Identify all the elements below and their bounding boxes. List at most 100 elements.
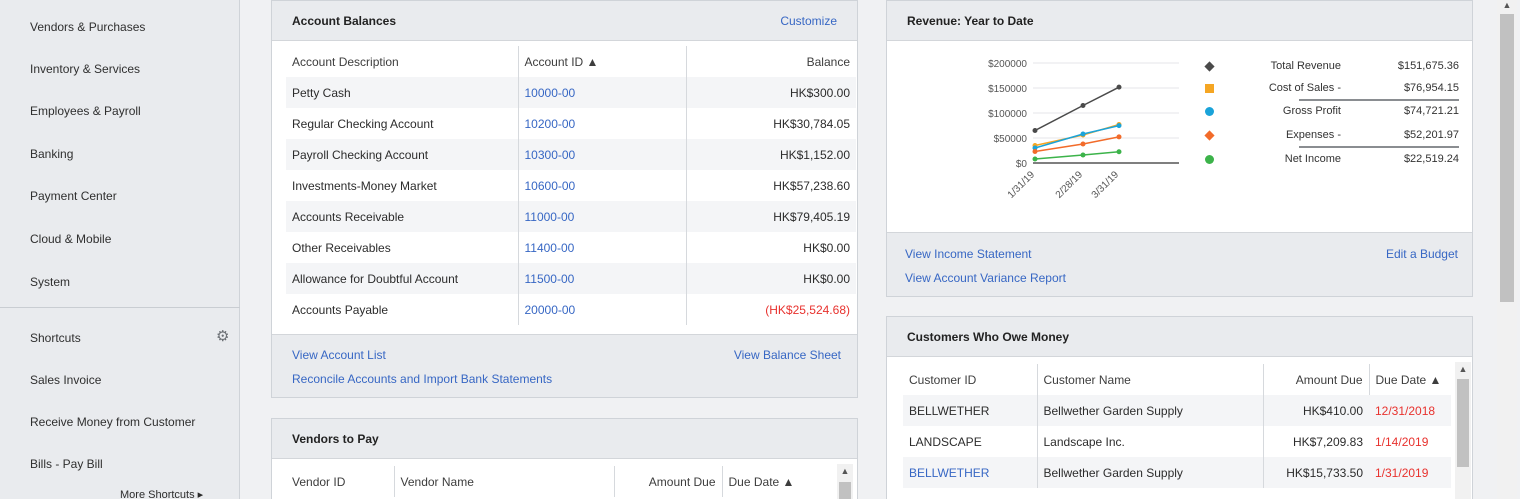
legend-subtotal-rule xyxy=(1299,99,1459,101)
y-tick-label: $0 xyxy=(1016,159,1028,170)
col-account-id[interactable]: Account ID ▲ xyxy=(517,46,686,77)
table-row[interactable]: Regular Checking Account 10200-00 HK$30,… xyxy=(286,108,856,139)
nav-banking[interactable]: Banking xyxy=(30,147,73,161)
account-id-link[interactable]: 11000-00 xyxy=(517,201,686,232)
view-income-statement-link[interactable]: View Income Statement xyxy=(905,247,1032,261)
col-balance[interactable]: Balance xyxy=(685,46,856,77)
nav-vendors-purchases[interactable]: Vendors & Purchases xyxy=(30,20,145,34)
amount-due: HK$410.00 xyxy=(1262,395,1369,426)
account-description: Payroll Checking Account xyxy=(286,139,518,170)
sidebar-divider xyxy=(0,307,240,308)
legend-value: $22,519.24 xyxy=(1403,153,1459,165)
account-balance: HK$79,405.19 xyxy=(685,201,856,232)
table-row[interactable]: Other Receivables 11400-00 HK$0.00 xyxy=(286,232,856,263)
data-point xyxy=(1080,103,1086,108)
col-customer-id[interactable]: Customer ID xyxy=(903,364,1037,395)
col-due-date[interactable]: Due Date ▲ xyxy=(721,466,834,497)
legend-value: $76,954.15 xyxy=(1403,82,1459,94)
data-point xyxy=(1116,84,1122,90)
account-balance: HK$0.00 xyxy=(685,232,856,263)
data-point xyxy=(1080,141,1086,147)
legend-label: Gross Profit xyxy=(1282,105,1341,117)
col-vendor-name[interactable]: Vendor Name xyxy=(393,466,614,497)
legend-label: Total Revenue xyxy=(1270,60,1341,72)
table-row[interactable]: Petty Cash 10000-00 HK$300.00 xyxy=(286,77,856,108)
col-amount-due[interactable]: Amount Due xyxy=(1262,364,1369,395)
legend-label: Cost of Sales - xyxy=(1268,82,1341,94)
shortcut-sales-invoice[interactable]: Sales Invoice xyxy=(30,373,101,387)
col-vendor-id[interactable]: Vendor ID xyxy=(286,466,394,497)
col-amount-due[interactable]: Amount Due xyxy=(613,466,722,497)
table-row[interactable]: BELLWETHER Bellwether Garden Supply HK$4… xyxy=(903,395,1451,426)
page-scroll-thumb[interactable] xyxy=(1500,14,1514,302)
scroll-thumb[interactable] xyxy=(1457,379,1469,467)
legend-subtotal-rule xyxy=(1299,146,1459,148)
customer-id-link[interactable]: BELLWETHER xyxy=(903,457,1037,488)
table-row[interactable]: BELLWETHER Bellwether Garden Supply HK$1… xyxy=(903,457,1451,488)
reconcile-accounts-link[interactable]: Reconcile Accounts and Import Bank State… xyxy=(292,372,552,386)
series-line xyxy=(1034,150,1120,160)
panel-title: Customers Who Owe Money xyxy=(907,330,1070,344)
account-id-link[interactable]: 20000-00 xyxy=(517,294,686,325)
panel-header: Account Balances Customize xyxy=(272,1,857,41)
view-variance-report-link[interactable]: View Account Variance Report xyxy=(905,271,1066,285)
account-id-link[interactable]: 11500-00 xyxy=(517,263,686,294)
data-point xyxy=(1032,128,1038,133)
customize-link[interactable]: Customize xyxy=(780,14,837,28)
account-balance: (HK$25,524.68) xyxy=(685,294,856,325)
panel-title: Revenue: Year to Date xyxy=(907,14,1034,28)
account-balance: HK$300.00 xyxy=(685,77,856,108)
view-balance-sheet-link[interactable]: View Balance Sheet xyxy=(734,348,841,362)
nav-system[interactable]: System xyxy=(30,275,70,289)
account-description: Petty Cash xyxy=(286,77,518,108)
nav-cloud-mobile[interactable]: Cloud & Mobile xyxy=(30,232,111,246)
col-customer-name[interactable]: Customer Name xyxy=(1036,364,1263,395)
legend-value: $74,721.21 xyxy=(1403,105,1459,117)
nav-inventory-services[interactable]: Inventory & Services xyxy=(30,62,140,76)
col-due-date[interactable]: Due Date ▲ xyxy=(1368,364,1451,395)
scroll-thumb[interactable] xyxy=(839,482,851,499)
col-account-description[interactable]: Account Description xyxy=(286,46,518,77)
due-date: 12/31/2018 xyxy=(1369,395,1451,426)
x-tick-label: 1/31/19 xyxy=(1006,169,1038,201)
table-row[interactable]: Accounts Receivable 11000-00 HK$79,405.1… xyxy=(286,201,856,232)
table-header-row: Customer ID Customer Name Amount Due Due… xyxy=(903,364,1451,395)
account-id-link[interactable]: 10600-00 xyxy=(517,170,686,201)
scroll-up-icon[interactable]: ▲ xyxy=(1456,364,1470,374)
gear-icon[interactable]: ⚙ xyxy=(216,329,230,344)
table-row[interactable]: Allowance for Doubtful Account 11500-00 … xyxy=(286,263,856,294)
scroll-up-icon[interactable]: ▲ xyxy=(1500,0,1514,10)
table-row[interactable]: Accounts Payable 20000-00 (HK$25,524.68) xyxy=(286,294,856,325)
y-tick-label: $100000 xyxy=(988,109,1027,120)
account-description: Accounts Receivable xyxy=(286,201,518,232)
series-line xyxy=(1034,86,1120,132)
panel-header: Vendors to Pay xyxy=(272,419,857,459)
y-tick-label: $50000 xyxy=(994,134,1028,145)
table-row[interactable]: Payroll Checking Account 10300-00 HK$1,1… xyxy=(286,139,856,170)
edit-budget-link[interactable]: Edit a Budget xyxy=(1386,247,1458,261)
account-description: Accounts Payable xyxy=(292,302,389,317)
legend-marker-icon xyxy=(1204,61,1215,72)
view-account-list-link[interactable]: View Account List xyxy=(292,348,386,362)
scroll-up-icon[interactable]: ▲ xyxy=(838,466,852,476)
legend-row: Expenses - $52,201.97 xyxy=(1204,128,1465,144)
more-shortcuts-link[interactable]: More Shortcuts ▸ xyxy=(120,488,203,499)
account-id-link[interactable]: 10200-00 xyxy=(517,108,686,139)
nav-employees-payroll[interactable]: Employees & Payroll xyxy=(30,104,141,118)
table-row[interactable]: LANDSCAPE Landscape Inc. HK$7,209.83 1/1… xyxy=(903,426,1451,457)
shortcut-receive-money[interactable]: Receive Money from Customer xyxy=(30,415,195,429)
account-id-link[interactable]: 10000-00 xyxy=(517,77,686,108)
shortcut-pay-bill[interactable]: Bills - Pay Bill xyxy=(30,457,103,471)
account-table: Account Description Account ID ▲ Balance… xyxy=(286,46,856,325)
vendors-table: Vendor ID Vendor Name Amount Due Due Dat… xyxy=(286,466,834,497)
legend-marker-icon xyxy=(1204,130,1215,141)
table-row[interactable]: Investments-Money Market 10600-00 HK$57,… xyxy=(286,170,856,201)
account-id-link[interactable]: 10300-00 xyxy=(517,139,686,170)
account-id-link[interactable]: 11400-00 xyxy=(517,232,686,263)
legend-marker-icon xyxy=(1205,107,1214,116)
account-description: Investments-Money Market xyxy=(292,178,437,193)
nav-payment-center[interactable]: Payment Center xyxy=(30,189,117,203)
due-date: 1/14/2019 xyxy=(1375,434,1429,449)
data-point xyxy=(1032,149,1038,154)
legend-value: $151,675.36 xyxy=(1397,60,1459,72)
